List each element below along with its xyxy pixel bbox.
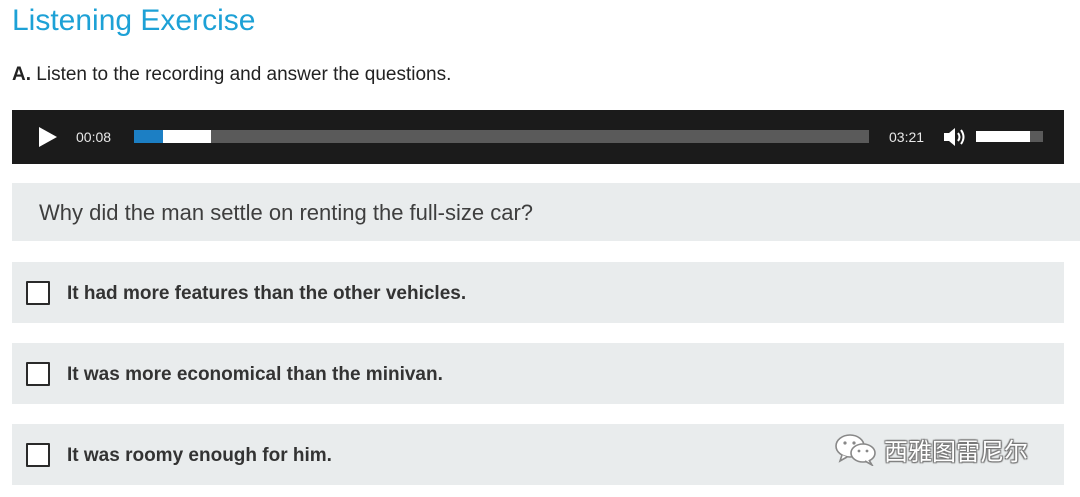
instruction-text: Listen to the recording and answer the q… [31,64,452,85]
progress-bar[interactable] [134,130,869,143]
watermark: 西雅图雷尼尔 [834,432,1028,466]
section-letter: A. [12,64,31,85]
answer-option-1[interactable]: It had more features than the other vehi… [12,262,1064,323]
play-button[interactable] [38,126,58,148]
page-title: Listening Exercise [12,4,256,37]
option-label: It was roomy enough for him. [67,445,332,466]
instruction: A. Listen to the recording and answer th… [12,64,451,86]
checkbox[interactable] [26,281,50,305]
checkbox[interactable] [26,362,50,386]
volume-level [976,131,1030,142]
checkbox[interactable] [26,443,50,467]
option-label: It had more features than the other vehi… [67,283,467,304]
play-icon [39,127,57,147]
question-box: Why did the man settle on renting the fu… [12,183,1080,241]
audio-player: 00:08 03:21 [12,110,1064,164]
wechat-icon [835,434,876,466]
option-label: It was more economical than the minivan. [67,364,443,385]
question-text: Why did the man settle on renting the fu… [39,200,534,225]
total-time: 03:21 [889,129,925,145]
volume-slider[interactable] [976,131,1043,142]
current-time: 00:08 [76,129,112,145]
watermark-text: 西雅图雷尼尔 [884,437,1028,466]
mute-button[interactable] [942,125,968,149]
answer-option-2[interactable]: It was more economical than the minivan. [12,343,1064,404]
volume-icon [944,128,965,146]
progress-played [134,130,163,143]
